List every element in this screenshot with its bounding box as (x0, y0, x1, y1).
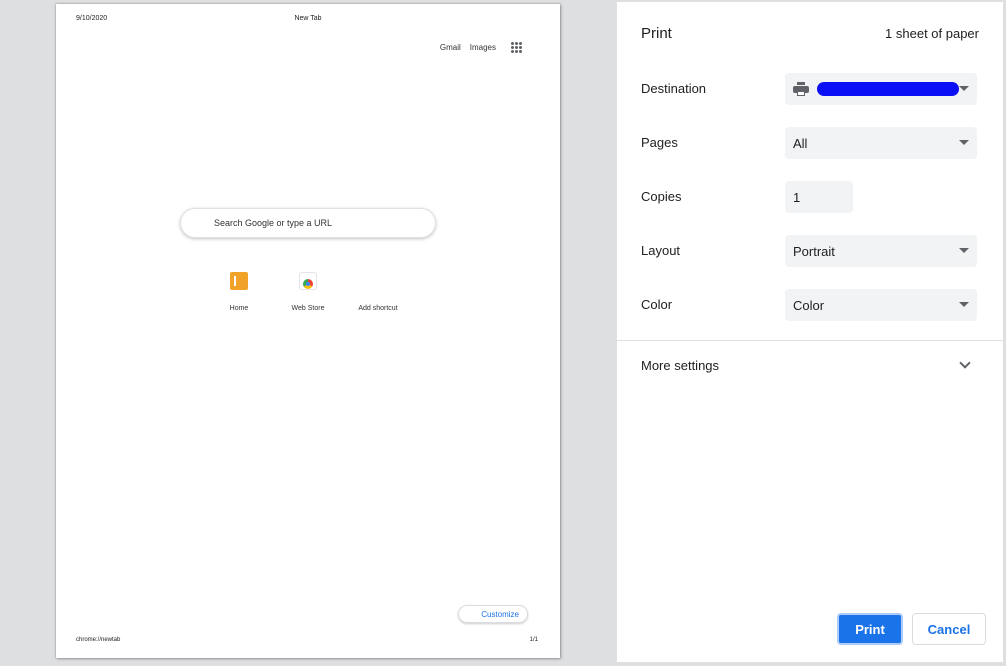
color-row: Color Color (641, 289, 979, 321)
color-label: Color (641, 297, 673, 312)
chevron-down-icon[interactable] (959, 357, 971, 369)
redacted-printer-name (817, 82, 959, 96)
layout-value: Portrait (793, 243, 835, 259)
panel-title: Print (641, 25, 672, 42)
shortcut-add: Add shortcut (343, 272, 413, 312)
page-footer-number: 1/1 (529, 637, 538, 643)
copies-value: 1 (793, 189, 801, 205)
chevron-down-icon (959, 140, 969, 145)
cancel-button[interactable]: Cancel (912, 613, 986, 645)
layout-label: Layout (641, 243, 681, 258)
shortcut-label: Web Store (291, 305, 325, 312)
pages-row: Pages All (641, 127, 979, 159)
destination-row: Destination (641, 73, 979, 105)
search-box: Search Google or type a URL (180, 208, 436, 238)
print-settings-panel: Print 1 sheet of paper Destination Pages… (616, 2, 1003, 662)
shortcut-web-store: Web Store (273, 272, 343, 312)
shortcut-label: Add shortcut (358, 305, 398, 312)
divider (617, 340, 1003, 341)
chevron-down-icon (959, 302, 969, 307)
pages-value: All (793, 135, 808, 151)
gmail-link: Gmail (439, 43, 461, 52)
copies-label: Copies (641, 189, 682, 204)
customize-button: Customize (458, 605, 528, 623)
more-settings-toggle[interactable]: More settings (641, 358, 719, 373)
search-placeholder: Search Google or type a URL (214, 218, 333, 228)
page-header-title: New Tab (294, 15, 322, 22)
copies-row: Copies 1 (641, 181, 979, 213)
color-select[interactable]: Color (785, 289, 977, 321)
preview-page: 9/10/2020 New Tab Gmail Images Search Go… (56, 4, 560, 658)
layout-select[interactable]: Portrait (785, 235, 977, 267)
web-store-icon (299, 272, 317, 290)
copies-input[interactable]: 1 (785, 181, 853, 213)
shortcut-label: Home (229, 305, 249, 312)
pages-select[interactable]: All (785, 127, 977, 159)
chevron-down-icon (959, 248, 969, 253)
layout-row: Layout Portrait (641, 235, 979, 267)
print-button[interactable]: Print (837, 613, 903, 645)
shortcut-home: Home (204, 272, 274, 312)
sheet-count: 1 sheet of paper (885, 26, 979, 41)
destination-select[interactable] (785, 73, 977, 105)
images-link: Images (469, 43, 496, 52)
page-footer-url: chrome://newtab (76, 637, 121, 643)
print-preview-area: 9/10/2020 New Tab Gmail Images Search Go… (0, 0, 616, 666)
apps-grid-icon (511, 42, 522, 53)
add-shortcut-icon (369, 272, 387, 290)
pages-label: Pages (641, 135, 678, 150)
top-links: Gmail Images (440, 42, 522, 53)
chevron-down-icon (959, 86, 969, 91)
home-shortcut-icon (230, 272, 248, 290)
color-value: Color (793, 297, 825, 313)
destination-label: Destination (641, 81, 707, 96)
printer-icon (793, 82, 809, 96)
